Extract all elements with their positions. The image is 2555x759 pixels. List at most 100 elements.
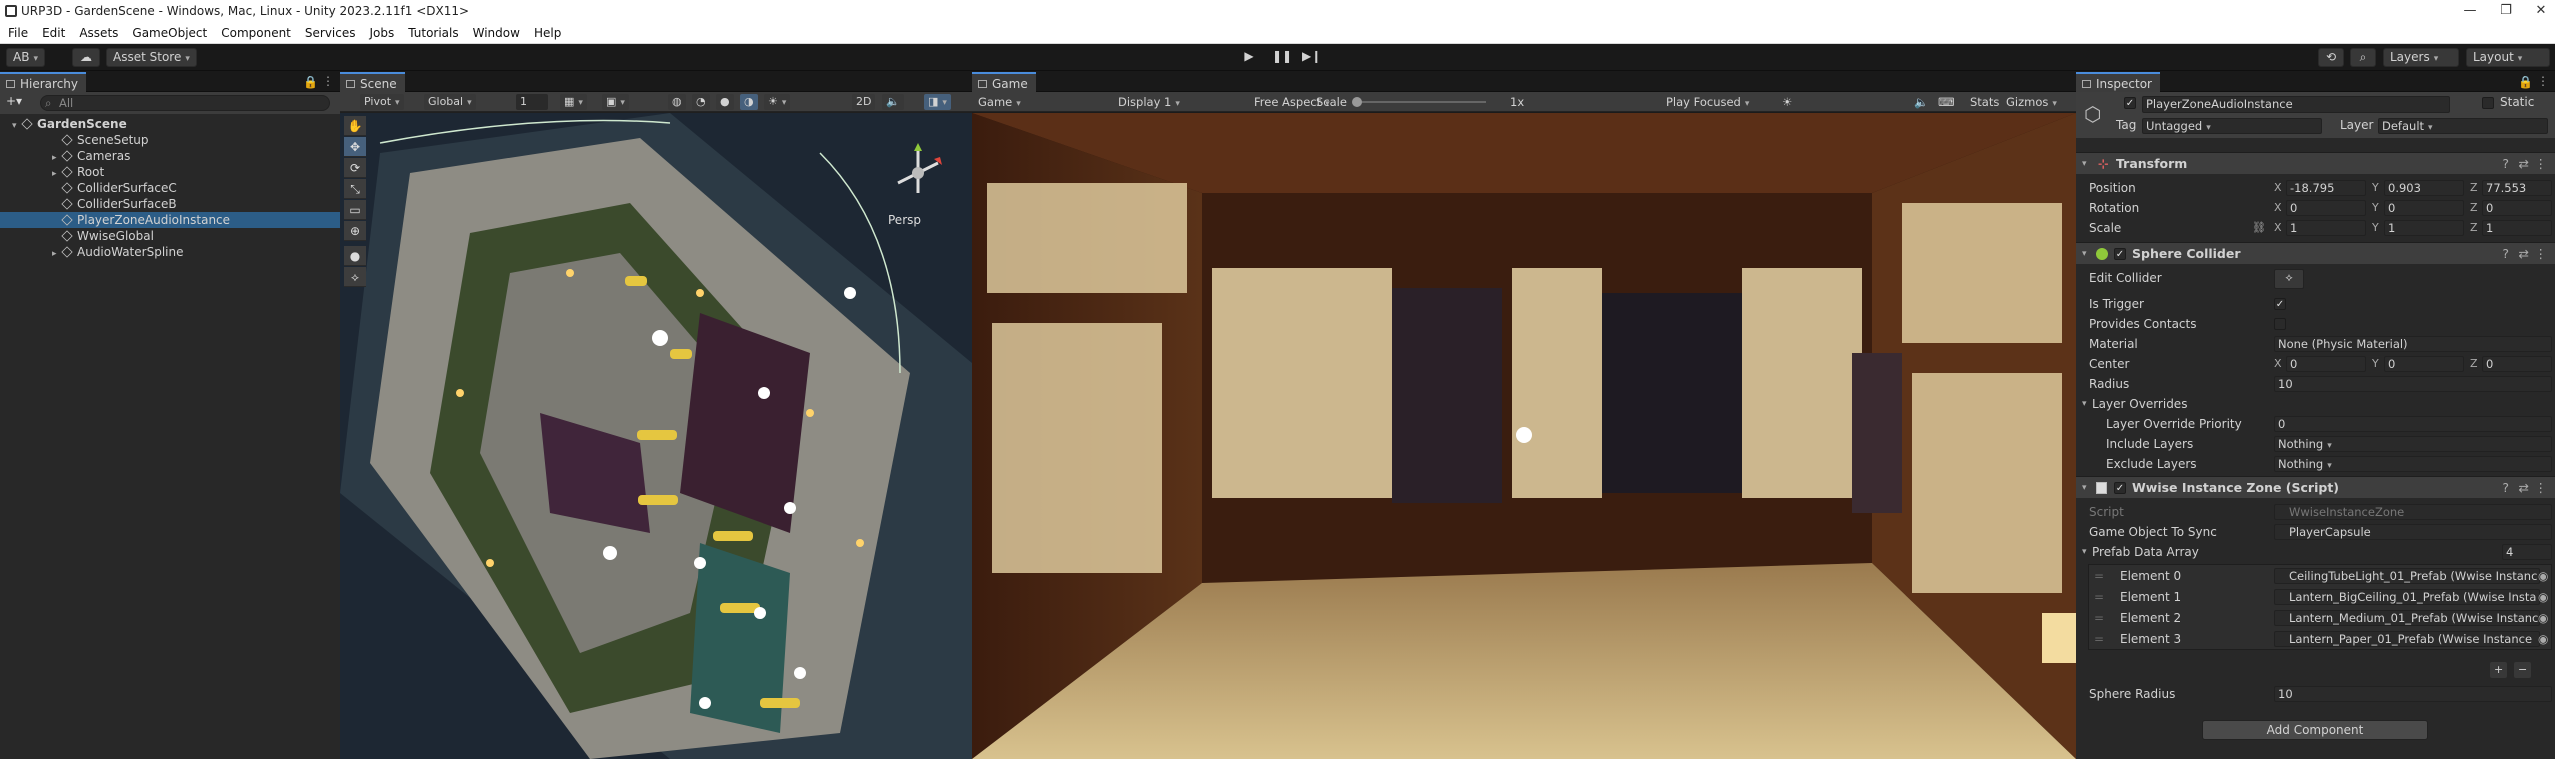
hierarchy-search[interactable]: ⌕ All [40,95,330,111]
drag-handle-icon[interactable]: = [2094,608,2104,628]
drag-handle-icon[interactable]: = [2094,629,2104,649]
display-dropdown[interactable]: Display 1 [1118,94,1180,112]
drag-handle-icon[interactable]: = [2094,587,2104,607]
component-menu-icon[interactable]: ⋮ [2535,153,2548,175]
cloud-icon[interactable]: ☁ [72,48,100,67]
effects-icon[interactable]: ☀ [764,94,791,110]
menu-help[interactable]: Help [526,26,567,40]
shortcut-icon[interactable]: ⌨ [1938,94,1955,110]
stats-button[interactable]: Stats [1970,94,1999,110]
transform-tool-icon[interactable]: ⊕ [344,221,366,241]
component-menu-icon[interactable]: ⋮ [2535,477,2548,499]
tab-hierarchy[interactable]: Hierarchy [0,72,87,92]
array-remove-button[interactable]: − [2514,662,2532,678]
persp-label[interactable]: Persp [888,213,921,227]
provides-contacts-checkbox[interactable] [2274,318,2286,330]
rotate-tool-icon[interactable]: ⟳ [344,158,366,178]
hierarchy-item[interactable]: ▾ GardenScene [0,116,340,132]
element-field[interactable]: CeilingTubeLight_01_Prefab (Wwise Instan… [2274,568,2540,584]
add-component-button[interactable]: Add Component [2202,720,2428,740]
link-scale-icon[interactable]: ⛓ [2252,218,2266,238]
material-field[interactable]: None (Physic Material) [2274,336,2552,352]
array-count-field[interactable]: 4 [2502,544,2552,560]
edit-collider-button[interactable]: ⟡ [2274,269,2304,289]
preset-icon[interactable]: ⇄ [2519,153,2529,175]
menu-services[interactable]: Services [297,26,362,40]
play-icon[interactable]: ▶ [1236,48,1262,67]
center-z-field[interactable]: 0 [2482,356,2552,372]
tab-scene[interactable]: Scene [340,72,405,92]
global-dropdown[interactable]: Global [424,94,476,110]
audio-scene-icon[interactable]: 🔈 [882,94,904,110]
help-icon[interactable]: ? [2502,153,2509,175]
search-icon[interactable]: ⌕ [2350,48,2376,67]
priority-field[interactable]: 0 [2274,416,2552,432]
element-field[interactable]: Lantern_Paper_01_Prefab (Wwise Instance [2274,631,2540,647]
mute-icon[interactable]: 🔈 [1914,94,1928,110]
include-layers-dropdown[interactable]: Nothing [2274,436,2552,452]
pause-icon[interactable]: ❚❚ [1266,48,1292,67]
is-trigger-checkbox[interactable]: ✓ [2274,298,2286,310]
lock-icon[interactable]: 🔒 [303,75,318,89]
add-icon[interactable]: +▾ [6,94,22,108]
history-icon[interactable]: ⟲ [2318,48,2344,67]
rotation-y-field[interactable]: 0 [2384,200,2464,216]
menu-edit[interactable]: Edit [34,26,71,40]
layer-overrides-row[interactable]: ▾ Layer Overrides [2076,394,2555,414]
center-y-field[interactable]: 0 [2384,356,2464,372]
scale-z-field[interactable]: 1 [2482,220,2552,236]
element-field[interactable]: Lantern_Medium_01_Prefab (Wwise Instanc [2274,610,2540,626]
tag-dropdown[interactable]: Untagged [2142,118,2322,134]
hierarchy-item[interactable]: ColliderSurfaceB [0,196,340,212]
rect-tool-icon[interactable]: ▭ [344,200,366,220]
element-field[interactable]: Lantern_BigCeiling_01_Prefab (Wwise Inst… [2274,589,2540,605]
position-x-field[interactable]: -18.795 [2286,180,2366,196]
account-button[interactable]: AB [6,48,45,67]
drag-handle-icon[interactable]: = [2094,566,2104,586]
rotation-x-field[interactable]: 0 [2286,200,2366,216]
more-icon[interactable]: ⋮ [322,74,334,88]
exclude-layers-dropdown[interactable]: Nothing [2274,456,2552,472]
menu-file[interactable]: File [0,26,34,40]
collider-tool-icon[interactable]: ● [344,246,366,266]
minimize-button[interactable]: — [2462,3,2478,19]
grid-snap-field[interactable]: 1 [516,94,548,110]
sync-field[interactable]: PlayerCapsule [2274,524,2552,540]
radius-field[interactable]: 10 [2274,376,2552,392]
game-viewport[interactable] [972,113,2076,759]
prefab-array-row[interactable]: ▾ Prefab Data Array 4 [2076,542,2555,562]
orientation-icon[interactable]: ◍ [668,94,686,110]
wwise-zone-header[interactable]: ▾ ✓ Wwise Instance Zone (Script) ? ⇄ ⋮ [2076,476,2555,498]
view-tool-icon[interactable]: ✋ [344,116,366,136]
hierarchy-item[interactable]: ▸ Root [0,164,340,180]
play-focused-dropdown[interactable]: Play Focused [1666,94,1749,112]
scale-tool-icon[interactable]: ⤡ [344,179,366,199]
fold-wwise-icon[interactable]: ▾ [2082,477,2087,499]
menu-assets[interactable]: Assets [71,26,124,40]
maximize-button[interactable]: ❐ [2498,3,2514,19]
shaded-icon[interactable]: ● [716,94,734,110]
pivot-dropdown[interactable]: Pivot [360,94,404,110]
menu-gameobject[interactable]: GameObject [124,26,213,40]
scale-y-field[interactable]: 1 [2384,220,2464,236]
foldout-arrow-icon[interactable]: ▸ [52,246,62,262]
hierarchy-item[interactable]: ColliderSurfaceC [0,180,340,196]
menu-window[interactable]: Window [465,26,526,40]
toggle-2d-button[interactable]: 2D [852,94,876,110]
sphere-radius-field[interactable]: 10 [2274,686,2552,702]
static-checkbox[interactable] [2482,97,2494,109]
frame-debugger-icon[interactable]: ☀ [1782,94,1792,110]
object-name-field[interactable]: PlayerZoneAudioInstance [2142,96,2450,113]
step-icon[interactable]: ▶❙ [1296,48,1322,67]
menu-jobs[interactable]: Jobs [362,26,401,40]
menu-tutorials[interactable]: Tutorials [400,26,464,40]
sphere-collider-header[interactable]: ▾ ✓ Sphere Collider ? ⇄ ⋮ [2076,242,2555,264]
hierarchy-item[interactable]: WwiseGlobal [0,228,340,244]
help-icon[interactable]: ? [2502,243,2509,265]
hierarchy-item[interactable]: SceneSetup [0,132,340,148]
scale-slider[interactable] [1352,97,1486,107]
preset-icon[interactable]: ⇄ [2519,243,2529,265]
layer-dropdown[interactable]: Default [2378,118,2548,134]
active-checkbox[interactable]: ✓ [2124,97,2136,109]
position-y-field[interactable]: 0.903 [2384,180,2464,196]
